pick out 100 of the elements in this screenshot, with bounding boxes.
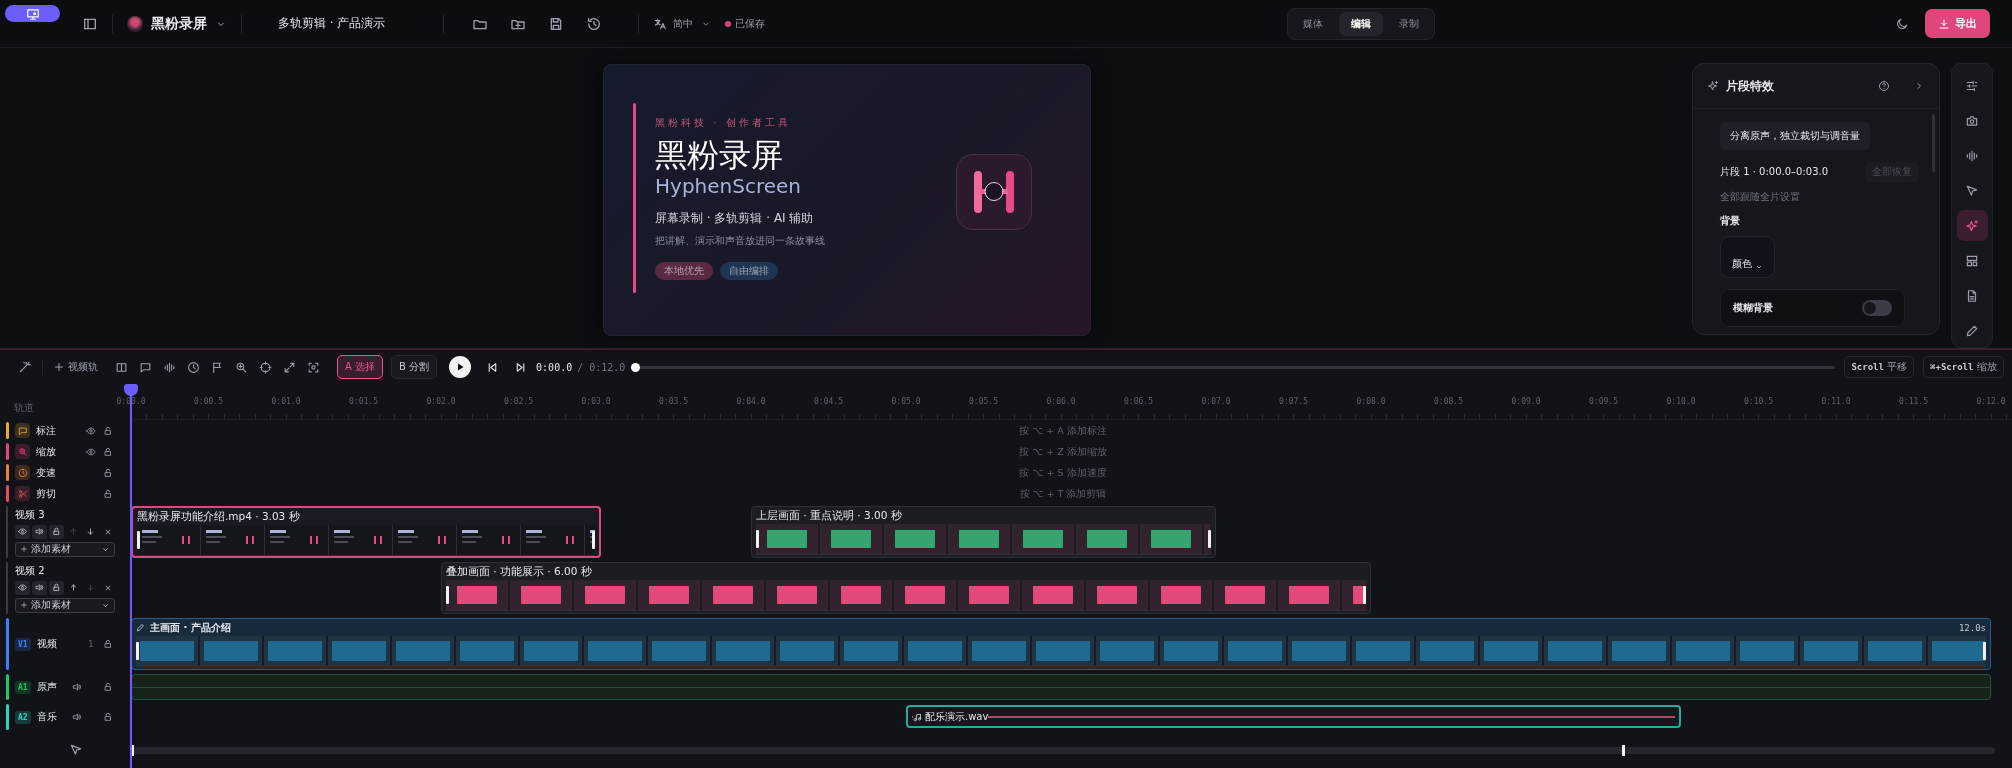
zoom-in-icon[interactable] xyxy=(235,360,248,374)
eye-icon[interactable] xyxy=(86,425,96,436)
lock-icon xyxy=(52,583,61,592)
scrollbar-thumb[interactable] xyxy=(1622,744,1625,756)
flag-icon[interactable] xyxy=(211,360,224,374)
mode-tab[interactable]: 录制 xyxy=(1387,11,1432,36)
toggle-switch[interactable] xyxy=(1862,300,1892,316)
app-avatar xyxy=(127,15,143,32)
slide-eyebrow: 黑粉科技 · 创作者工具 xyxy=(655,116,792,130)
ruler-label: 0:10.0 xyxy=(1666,397,1696,406)
lock-button[interactable] xyxy=(49,580,64,595)
track-badge: A1 xyxy=(15,680,31,694)
track-name: 视频 2 xyxy=(15,563,46,578)
shortcut-hint: ⌘+Scroll 缩放 xyxy=(1923,356,2004,378)
history-icon[interactable] xyxy=(586,15,603,32)
lock-icon[interactable] xyxy=(103,425,113,436)
crosshair-icon[interactable] xyxy=(259,360,272,374)
separate-audio-button[interactable]: 分离原声，独立裁切与调音量 xyxy=(1720,122,1870,150)
pen-icon xyxy=(1965,323,1979,338)
track-name: 原声 xyxy=(36,680,57,694)
comment-icon[interactable] xyxy=(139,360,152,374)
trim-handle[interactable] xyxy=(136,642,139,660)
trim-handle[interactable] xyxy=(137,531,140,549)
trim-handle[interactable] xyxy=(756,530,759,548)
volume-button[interactable] xyxy=(32,524,47,539)
clock-icon[interactable] xyxy=(187,360,200,374)
lock-button[interactable] xyxy=(49,524,64,539)
trim-handle[interactable] xyxy=(591,531,595,549)
mode-tab[interactable]: 媒体 xyxy=(1291,11,1336,36)
timeline-clip[interactable]: 黑粉录屏功能介绍.mp4 · 3.03 秒 xyxy=(131,506,601,558)
lock-icon[interactable] xyxy=(103,488,113,499)
lock-icon xyxy=(52,527,61,536)
ruler-label: 0:03.5 xyxy=(659,397,688,406)
trim-handle[interactable] xyxy=(1208,530,1211,548)
trim-handle[interactable] xyxy=(1363,586,1366,604)
lock-icon[interactable] xyxy=(103,712,113,722)
shortcut-hint: 按 ⌥ + A 添加标注 xyxy=(1018,424,1108,438)
tool-button[interactable] xyxy=(1956,210,1988,241)
speaker-icon[interactable] xyxy=(72,712,82,722)
slide-tagline: 把讲解、演示和声音放进同一条故事线 xyxy=(655,234,825,249)
speaker-icon[interactable] xyxy=(72,682,82,692)
select-tool-button[interactable]: A 选择 xyxy=(337,355,384,379)
language-select[interactable]: 简中 xyxy=(673,16,694,31)
speaker-icon xyxy=(35,583,44,592)
clock-icon xyxy=(17,467,28,478)
background-select[interactable]: 颜色 xyxy=(1720,236,1775,278)
split-tool-button[interactable]: B 分割 xyxy=(391,355,438,379)
moon-icon[interactable] xyxy=(1895,16,1909,31)
help-icon[interactable] xyxy=(1878,80,1890,92)
columns-icon[interactable] xyxy=(115,360,128,374)
play-button[interactable] xyxy=(449,356,472,378)
lock-icon[interactable] xyxy=(103,446,113,457)
add-video-track-button[interactable]: 视频轨 xyxy=(53,360,98,374)
trim-handle[interactable] xyxy=(446,586,449,604)
visibility-button[interactable] xyxy=(15,580,30,595)
visibility-button[interactable] xyxy=(15,524,30,539)
scissors-icon xyxy=(17,488,28,499)
pen-icon xyxy=(136,623,145,632)
horizontal-scrollbar[interactable] xyxy=(131,746,1995,754)
cursor-icon[interactable] xyxy=(68,743,83,757)
plus-icon xyxy=(53,361,65,373)
app-name[interactable]: 黑粉录屏 xyxy=(151,14,207,33)
slide-title: 黑粉录屏 xyxy=(655,136,784,175)
arrow-up-icon xyxy=(69,583,78,592)
ruler-label: 0:05.5 xyxy=(969,397,998,406)
export-button[interactable]: 导出 xyxy=(1925,9,1990,38)
add-media-select[interactable]: 添加素材 xyxy=(15,541,115,557)
timeline-clip[interactable]: 叠加画面 · 功能展示 · 6.00 秒 xyxy=(441,562,1371,614)
clip-label: 黑粉录屏功能介绍.mp4 · 3.03 秒 xyxy=(137,509,300,524)
track-badge: A2 xyxy=(15,710,31,724)
volume-button[interactable] xyxy=(32,580,47,595)
follow-note: 全部跟随全片设置 xyxy=(1720,190,1800,204)
track-name: 变速 xyxy=(36,465,56,480)
ruler-label: 0:08.0 xyxy=(1356,397,1386,406)
focus-frame-icon[interactable] xyxy=(307,360,320,374)
track-name: 视频 3 xyxy=(15,507,46,522)
ruler-label: 0:02.5 xyxy=(504,397,533,406)
waveform-icon xyxy=(1965,148,1979,163)
timeline-clip[interactable]: 主画面 · 产品介绍 12.0s xyxy=(131,618,1991,670)
seek-thumb[interactable] xyxy=(631,362,641,372)
timeline-clip[interactable]: 上层画面 · 重点说明 · 3.00 秒 xyxy=(751,506,1216,558)
clip-count: 1 xyxy=(88,639,94,649)
total-time: / 0:12.0 xyxy=(577,361,626,373)
mode-tab[interactable]: 编辑 xyxy=(1339,11,1384,36)
trim-handle[interactable] xyxy=(1983,642,1986,660)
translate-icon[interactable] xyxy=(653,16,668,31)
timeline-clip[interactable] xyxy=(131,674,1991,700)
screen-record-badge[interactable] xyxy=(5,5,60,22)
ruler-label: 0:09.0 xyxy=(1511,397,1541,406)
lock-icon[interactable] xyxy=(103,467,113,478)
waveform-icon[interactable] xyxy=(163,360,176,374)
add-media-select[interactable]: 添加素材 xyxy=(15,597,115,613)
magic-wand-icon[interactable] xyxy=(18,360,32,374)
monitor-icon xyxy=(25,6,40,21)
lock-icon[interactable] xyxy=(103,639,113,649)
expand-icon[interactable] xyxy=(283,360,296,374)
eye-icon[interactable] xyxy=(86,446,96,457)
shortcut-hint: 按 ⌥ + Z 添加缩放 xyxy=(1018,445,1108,459)
lock-icon[interactable] xyxy=(103,682,113,692)
timeline-clip[interactable]: 配乐演示.wav xyxy=(906,705,1681,728)
